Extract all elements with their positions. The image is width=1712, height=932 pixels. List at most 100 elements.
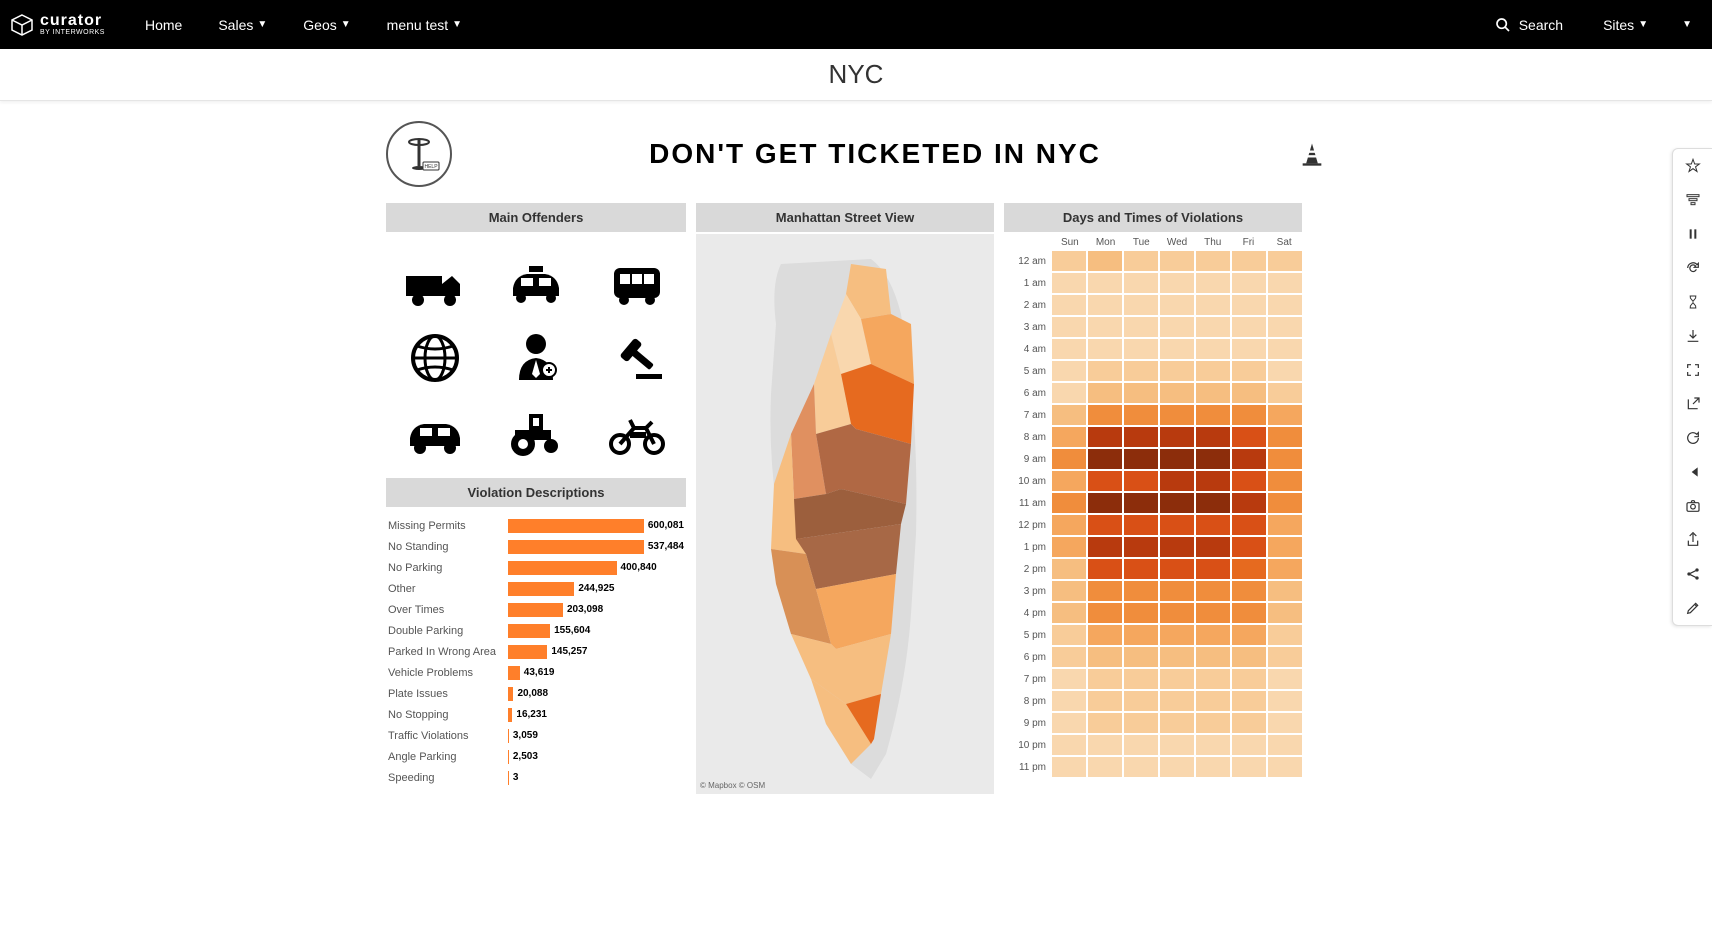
heatmap-cell[interactable]	[1196, 383, 1230, 403]
heatmap-cell[interactable]	[1088, 251, 1122, 271]
heatmap-cell[interactable]	[1160, 669, 1194, 689]
heatmap-cell[interactable]	[1052, 295, 1086, 315]
offender-official[interactable]	[501, 330, 572, 386]
heatmap-cell[interactable]	[1088, 515, 1122, 535]
violations-chart[interactable]: Missing Permits600,081No Standing537,484…	[386, 515, 686, 788]
heatmap-cell[interactable]	[1160, 713, 1194, 733]
heatmap-cell[interactable]	[1160, 581, 1194, 601]
heatmap-cell[interactable]	[1160, 251, 1194, 271]
heatmap-cell[interactable]	[1052, 449, 1086, 469]
heatmap-cell[interactable]	[1088, 449, 1122, 469]
heatmap-cell[interactable]	[1232, 449, 1266, 469]
heatmap-cell[interactable]	[1124, 669, 1158, 689]
heatmap-cell[interactable]	[1160, 427, 1194, 447]
violation-row[interactable]: Other244,925	[388, 578, 684, 599]
heatmap-cell[interactable]	[1088, 647, 1122, 667]
export-button[interactable]	[1673, 387, 1712, 421]
violation-row[interactable]: No Parking400,840	[388, 557, 684, 578]
share-button[interactable]	[1673, 557, 1712, 591]
heatmap-cell[interactable]	[1196, 559, 1230, 579]
download-button[interactable]	[1673, 319, 1712, 353]
heatmap-cell[interactable]	[1232, 559, 1266, 579]
heatmap-cell[interactable]	[1268, 625, 1302, 645]
heatmap-cell[interactable]	[1196, 625, 1230, 645]
heatmap-cell[interactable]	[1088, 581, 1122, 601]
heatmap-cell[interactable]	[1124, 295, 1158, 315]
heatmap-cell[interactable]	[1196, 471, 1230, 491]
heatmap-cell[interactable]	[1088, 691, 1122, 711]
heatmap-cell[interactable]	[1160, 559, 1194, 579]
heatmap-cell[interactable]	[1268, 559, 1302, 579]
heatmap-cell[interactable]	[1124, 405, 1158, 425]
heatmap-cell[interactable]	[1160, 317, 1194, 337]
heatmap-cell[interactable]	[1052, 339, 1086, 359]
heatmap-cell[interactable]	[1088, 405, 1122, 425]
heatmap-cell[interactable]	[1268, 427, 1302, 447]
heatmap-cell[interactable]	[1160, 757, 1194, 777]
heatmap-cell[interactable]	[1232, 757, 1266, 777]
heatmap-cell[interactable]	[1124, 273, 1158, 293]
heatmap-cell[interactable]	[1232, 493, 1266, 513]
heatmap-cell[interactable]	[1196, 537, 1230, 557]
heatmap-cell[interactable]	[1232, 405, 1266, 425]
heatmap-cell[interactable]	[1052, 493, 1086, 513]
heatmap-cell[interactable]	[1268, 317, 1302, 337]
heatmap-cell[interactable]	[1196, 295, 1230, 315]
heatmap-cell[interactable]	[1196, 493, 1230, 513]
heatmap-cell[interactable]	[1124, 493, 1158, 513]
refresh-button[interactable]	[1673, 251, 1712, 285]
heatmap-cell[interactable]	[1232, 647, 1266, 667]
heatmap-cell[interactable]	[1124, 559, 1158, 579]
heatmap-cell[interactable]	[1088, 757, 1122, 777]
share-out-button[interactable]	[1673, 523, 1712, 557]
heatmap-cell[interactable]	[1052, 317, 1086, 337]
heatmap-cell[interactable]	[1232, 383, 1266, 403]
heatmap-cell[interactable]	[1160, 691, 1194, 711]
heatmap-cell[interactable]	[1232, 273, 1266, 293]
reload-button[interactable]	[1673, 421, 1712, 455]
heatmap-cell[interactable]	[1232, 735, 1266, 755]
heatmap-cell[interactable]	[1232, 669, 1266, 689]
violation-row[interactable]: Angle Parking2,503	[388, 746, 684, 767]
heatmap-cell[interactable]	[1196, 405, 1230, 425]
heatmap-cell[interactable]	[1196, 603, 1230, 623]
heatmap-cell[interactable]	[1088, 669, 1122, 689]
heatmap-cell[interactable]	[1052, 405, 1086, 425]
heatmap-cell[interactable]	[1088, 317, 1122, 337]
heatmap-cell[interactable]	[1196, 669, 1230, 689]
heatmap-cell[interactable]	[1160, 405, 1194, 425]
brand-logo[interactable]: curator BY INTERWORKS	[10, 13, 105, 37]
heatmap-chart[interactable]: SunMonTueWedThuFriSat 12 am1 am2 am3 am4…	[1004, 234, 1302, 778]
heatmap-cell[interactable]	[1196, 515, 1230, 535]
offender-bus[interactable]	[601, 256, 672, 312]
heatmap-cell[interactable]	[1160, 471, 1194, 491]
heatmap-cell[interactable]	[1088, 339, 1122, 359]
edit-button[interactable]	[1673, 591, 1712, 625]
heatmap-cell[interactable]	[1052, 669, 1086, 689]
heatmap-cell[interactable]	[1088, 471, 1122, 491]
pause-button[interactable]	[1673, 217, 1712, 251]
heatmap-cell[interactable]	[1124, 691, 1158, 711]
heatmap-cell[interactable]	[1052, 713, 1086, 733]
offender-taxi[interactable]	[501, 256, 572, 312]
violation-row[interactable]: Missing Permits600,081	[388, 515, 684, 536]
heatmap-cell[interactable]	[1052, 361, 1086, 381]
nav-item-geos[interactable]: Geos▼	[287, 9, 366, 41]
heatmap-cell[interactable]	[1124, 537, 1158, 557]
heatmap-cell[interactable]	[1196, 713, 1230, 733]
heatmap-cell[interactable]	[1160, 735, 1194, 755]
offender-car[interactable]	[400, 404, 471, 460]
heatmap-cell[interactable]	[1196, 647, 1230, 667]
heatmap-cell[interactable]	[1052, 735, 1086, 755]
heatmap-cell[interactable]	[1232, 251, 1266, 271]
heatmap-cell[interactable]	[1088, 383, 1122, 403]
heatmap-cell[interactable]	[1268, 295, 1302, 315]
heatmap-cell[interactable]	[1160, 449, 1194, 469]
heatmap-cell[interactable]	[1052, 647, 1086, 667]
heatmap-cell[interactable]	[1052, 537, 1086, 557]
heatmap-cell[interactable]	[1124, 647, 1158, 667]
nav-item-menu-test[interactable]: menu test▼	[371, 9, 478, 41]
heatmap-cell[interactable]	[1052, 471, 1086, 491]
violation-row[interactable]: No Stopping16,231	[388, 704, 684, 725]
heatmap-cell[interactable]	[1268, 405, 1302, 425]
